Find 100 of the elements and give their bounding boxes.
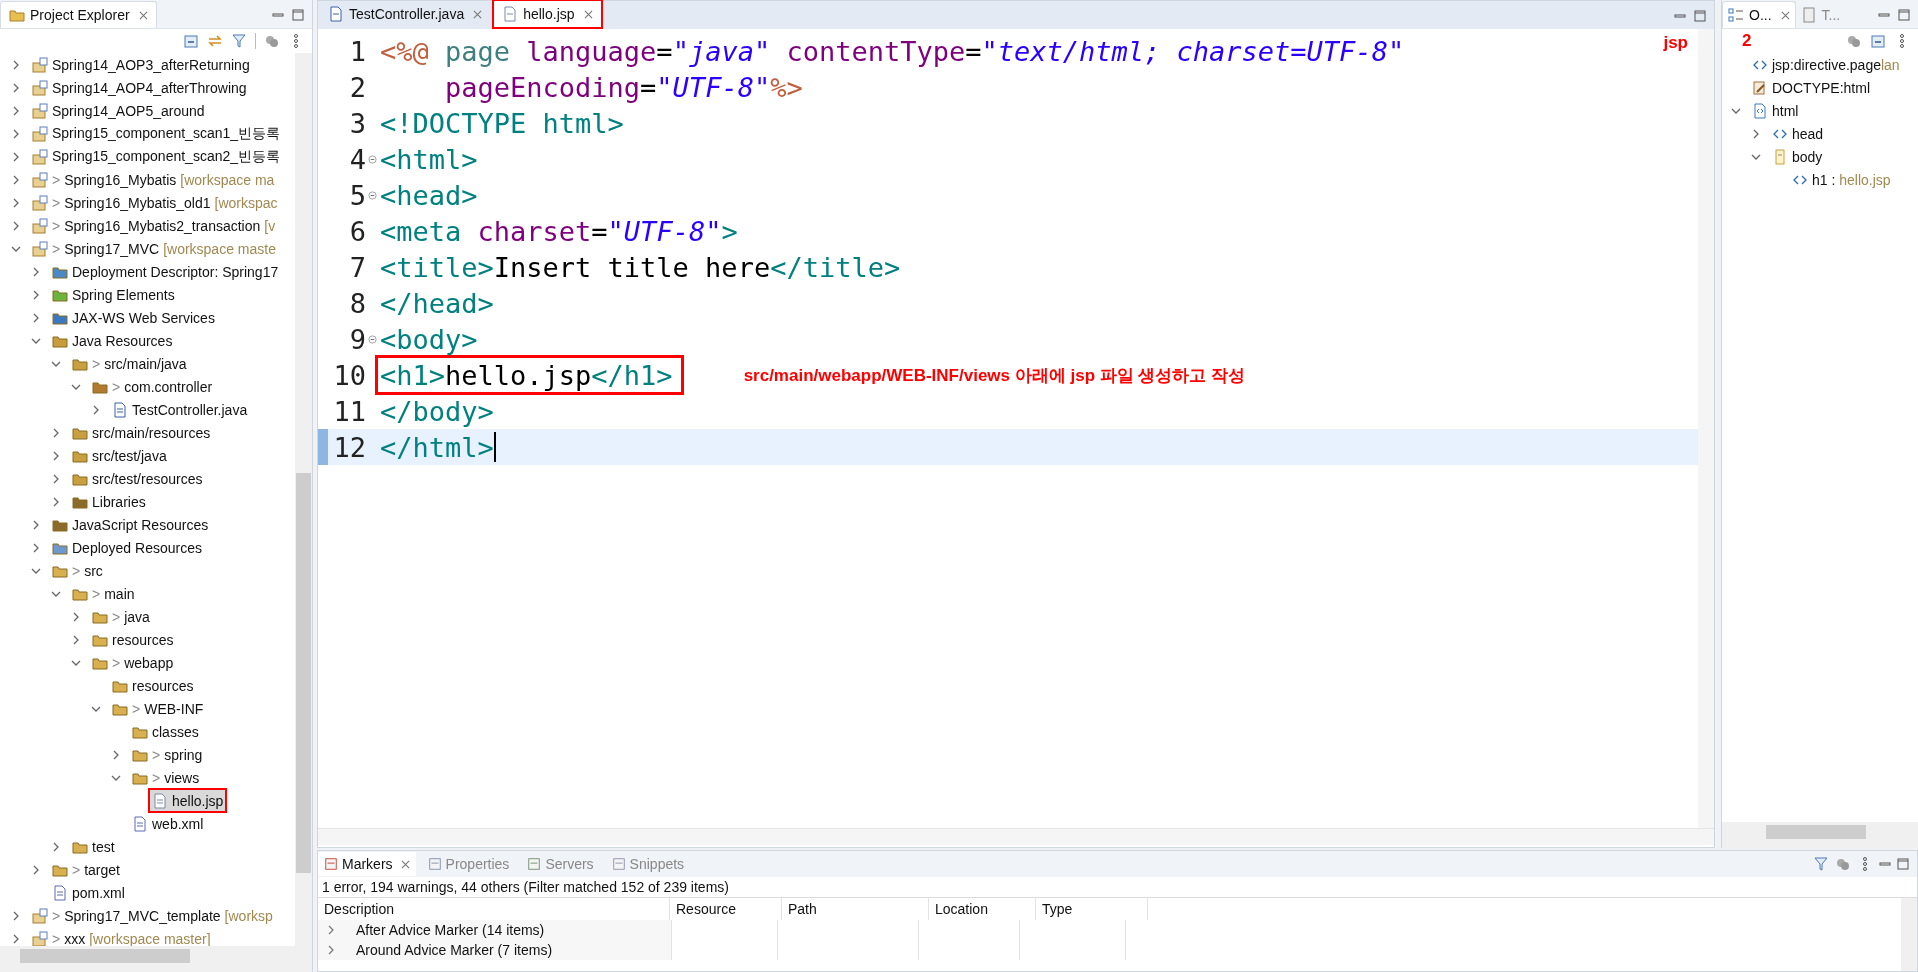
tree-item[interactable]: head xyxy=(1768,121,1828,146)
chevron-icon[interactable] xyxy=(31,312,41,323)
sync-icon[interactable] xyxy=(1846,33,1862,49)
maximize-icon[interactable] xyxy=(1897,858,1909,870)
chevron-icon[interactable] xyxy=(51,450,61,461)
chevron-icon[interactable] xyxy=(91,404,101,415)
chevron-icon[interactable] xyxy=(11,82,21,93)
tree-item[interactable]: src/test/java xyxy=(68,443,171,468)
tree-item[interactable]: src/test/resources xyxy=(68,466,207,491)
tree-item[interactable]: Spring15_component_scan2_빈등록 xyxy=(28,144,285,169)
fold-icon[interactable] xyxy=(367,154,377,164)
tree-item[interactable]: classes xyxy=(128,719,203,744)
column-header[interactable]: Location xyxy=(929,898,1036,920)
tree-item[interactable]: Spring Elements xyxy=(48,282,179,307)
chevron-icon[interactable] xyxy=(11,128,21,139)
editor-tab[interactable]: TestController.java xyxy=(318,0,493,29)
column-header[interactable]: Type xyxy=(1036,898,1148,920)
tree-item[interactable]: TestController.java xyxy=(108,397,252,422)
tree-item[interactable]: > src/main/java xyxy=(68,351,191,376)
chevron-icon[interactable] xyxy=(326,925,336,935)
filter-icon[interactable] xyxy=(231,33,247,49)
tree-item[interactable]: > Spring17_MVC [workspace maste xyxy=(28,236,280,261)
chevron-icon[interactable] xyxy=(31,289,41,300)
tree-item[interactable]: resources xyxy=(108,673,198,698)
tree-item[interactable]: Spring14_AOP4_afterThrowing xyxy=(28,75,251,100)
tree-item[interactable]: DOCTYPE:html xyxy=(1748,75,1874,100)
chevron-icon[interactable] xyxy=(51,473,61,484)
tree-item[interactable]: h1 : hello.jsp xyxy=(1788,167,1895,192)
tree-item[interactable]: JavaScript Resources xyxy=(48,512,213,537)
tree-item[interactable]: > Spring16_Mybatis [workspace ma xyxy=(28,167,279,192)
tree-item[interactable]: hello.jsp xyxy=(148,788,228,813)
chevron-icon[interactable] xyxy=(31,864,41,875)
sync-icon[interactable] xyxy=(264,33,280,49)
tree-item[interactable]: > com.controller xyxy=(88,374,217,399)
chevron-icon[interactable] xyxy=(11,174,21,185)
tree-item[interactable]: web.xml xyxy=(128,811,208,836)
tree-item[interactable]: Deployed Resources xyxy=(48,535,206,560)
tree-item[interactable]: > main xyxy=(68,581,139,606)
chevron-icon[interactable] xyxy=(51,841,61,852)
chevron-icon[interactable] xyxy=(11,933,21,944)
chevron-icon[interactable] xyxy=(71,611,81,622)
tree-item[interactable]: Spring15_component_scan1_빈등록 xyxy=(28,121,285,146)
chevron-icon[interactable] xyxy=(11,151,21,162)
tree-item[interactable]: > xxx [workspace master] xyxy=(28,926,215,946)
tree-item[interactable]: src/main/resources xyxy=(68,420,215,445)
chevron-icon[interactable] xyxy=(11,910,21,921)
tree-item[interactable]: Libraries xyxy=(68,489,150,514)
close-icon[interactable] xyxy=(1780,10,1790,20)
tree-item[interactable]: > spring xyxy=(128,742,207,767)
tree-item[interactable]: Java Resources xyxy=(48,328,177,353)
chevron-icon[interactable] xyxy=(51,496,61,507)
link-icon[interactable] xyxy=(207,33,223,49)
view-tab[interactable]: Markers xyxy=(318,852,416,876)
chevron-icon[interactable] xyxy=(51,427,61,438)
column-header[interactable]: Path xyxy=(782,898,929,920)
close-icon[interactable] xyxy=(473,9,483,19)
tree-item[interactable]: > Spring17_MVC_template [worksp xyxy=(28,903,277,928)
maximize-icon[interactable] xyxy=(1898,9,1910,21)
tree-item[interactable]: > target xyxy=(48,857,124,882)
tree-item[interactable]: > src xyxy=(48,558,107,583)
tree-item[interactable]: > Spring16_Mybatis_old1 [workspac xyxy=(28,190,282,215)
tree-item[interactable]: > views xyxy=(128,765,204,790)
fold-icon[interactable] xyxy=(367,190,377,200)
chevron-icon[interactable] xyxy=(11,220,21,231)
chevron-icon[interactable] xyxy=(1751,128,1761,139)
chevron-icon[interactable] xyxy=(31,542,41,553)
collapse-all-icon[interactable] xyxy=(1870,33,1886,49)
chevron-icon[interactable] xyxy=(11,105,21,116)
tree-item[interactable]: pom.xml xyxy=(48,880,129,905)
tree-item[interactable]: > WEB-INF xyxy=(108,696,208,721)
tree-item[interactable]: JAX-WS Web Services xyxy=(48,305,219,330)
close-icon[interactable] xyxy=(400,859,410,869)
view-tab[interactable]: Project Explorer xyxy=(0,1,157,28)
sync-icon[interactable] xyxy=(1835,856,1851,872)
maximize-icon[interactable] xyxy=(1694,10,1706,22)
tree-item[interactable]: html xyxy=(1748,98,1803,123)
tree-item[interactable]: resources xyxy=(88,627,178,652)
chevron-icon[interactable] xyxy=(31,519,41,530)
chevron-icon[interactable] xyxy=(111,749,121,760)
close-icon[interactable] xyxy=(138,10,148,20)
chevron-icon[interactable] xyxy=(11,59,21,70)
chevron-icon[interactable] xyxy=(11,197,21,208)
view-tab[interactable]: O... xyxy=(1722,1,1796,28)
editor-tab[interactable]: hello.jsp xyxy=(492,0,603,29)
chevron-icon[interactable] xyxy=(326,945,336,955)
tree-item[interactable]: Deployment Descriptor: Spring17 xyxy=(48,259,283,284)
tree-item[interactable]: jsp:directive.pagelan xyxy=(1748,53,1904,77)
chevron-icon[interactable] xyxy=(71,634,81,645)
maximize-icon[interactable] xyxy=(292,9,304,21)
tree-item[interactable]: test xyxy=(68,834,119,859)
tree-item[interactable]: Spring14_AOP3_afterReturning xyxy=(28,53,254,77)
filter-icon[interactable] xyxy=(1813,856,1829,872)
tree-item[interactable]: body xyxy=(1768,144,1827,169)
collapse-all-icon[interactable] xyxy=(183,33,199,49)
chevron-icon[interactable] xyxy=(31,266,41,277)
close-icon[interactable] xyxy=(583,9,593,19)
fold-icon[interactable] xyxy=(367,334,377,344)
tree-item[interactable]: Spring14_AOP5_around xyxy=(28,98,209,123)
tree-item[interactable]: > Spring16_Mybatis2_transaction [v xyxy=(28,213,280,238)
tree-item[interactable]: > webapp xyxy=(88,650,178,675)
